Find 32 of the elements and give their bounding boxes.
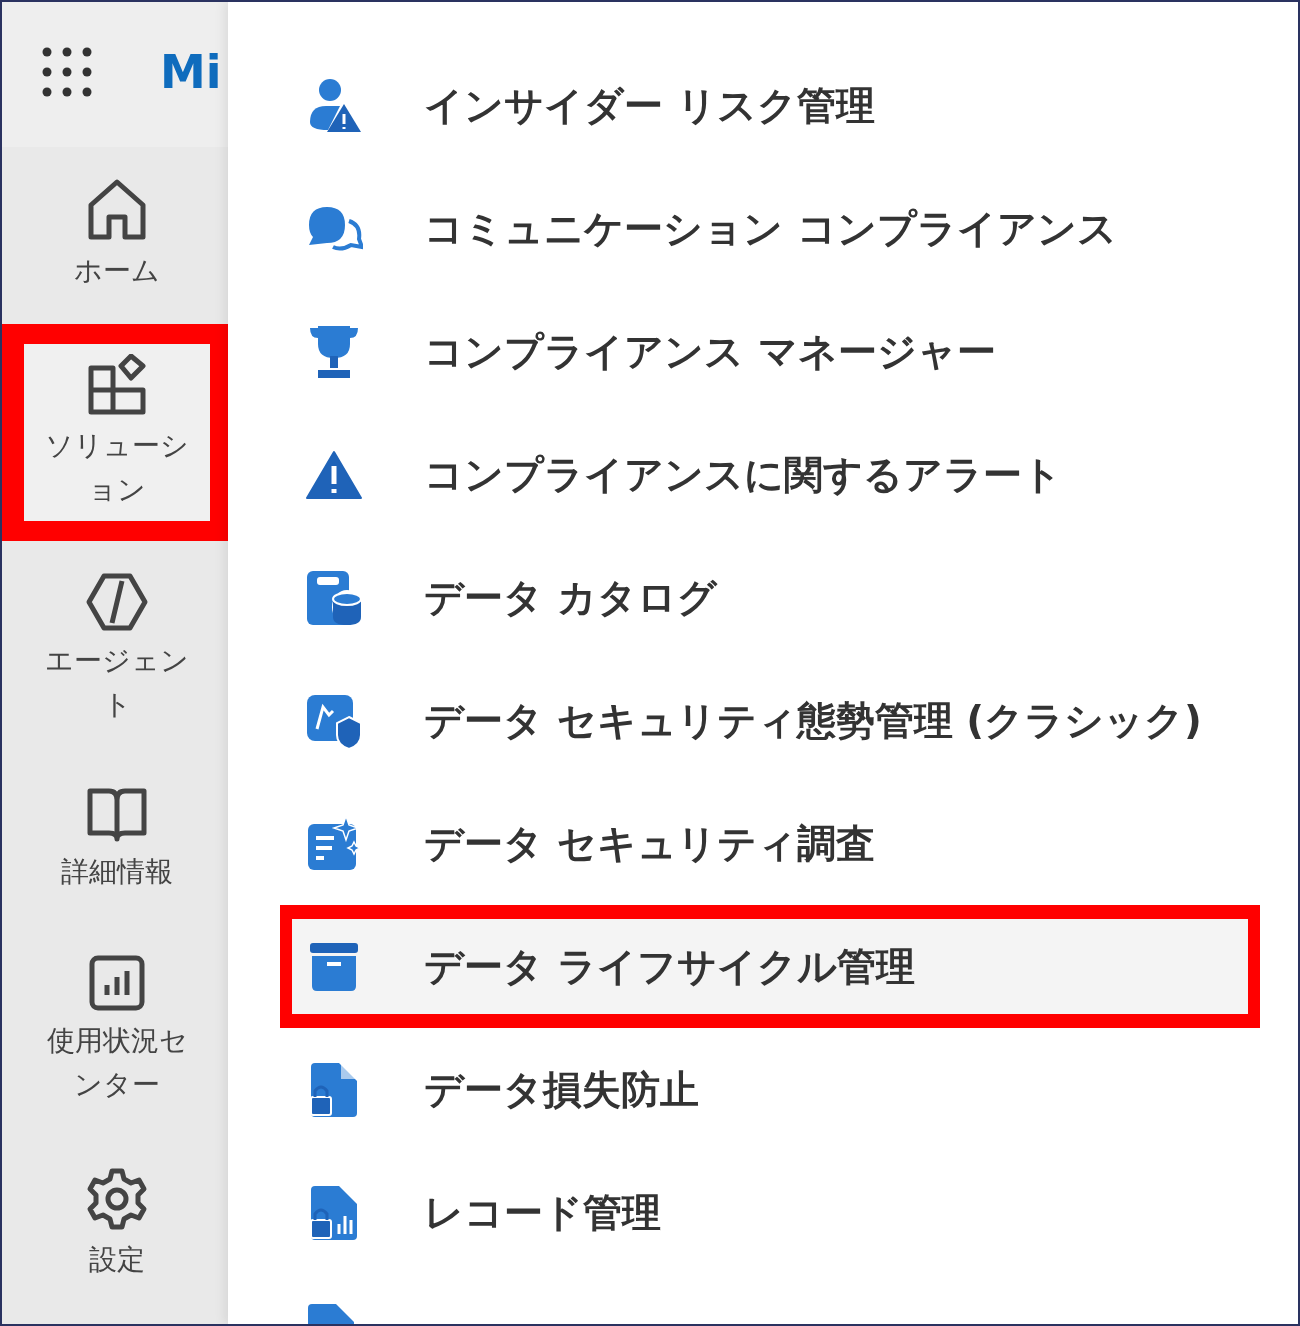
menu-item[interactable]: データ ライフサイクル管理 — [280, 905, 1260, 1028]
archive-box-icon — [309, 941, 359, 992]
trophy-icon — [308, 323, 360, 380]
book-icon — [87, 787, 147, 842]
rail-nav-item[interactable]: 使用状況センター — [2, 925, 230, 1137]
menu-item[interactable]: コミュニケーション コンプライアンス — [280, 167, 1260, 290]
book-database-icon — [305, 568, 363, 627]
rail-nav-item[interactable]: ホーム — [2, 147, 230, 323]
menu-item[interactable]: コンプライアンスに関するアラート — [280, 413, 1260, 536]
menu-item[interactable]: データ カタログ — [280, 536, 1260, 659]
menu-item[interactable]: データ損失防止 — [280, 1028, 1260, 1151]
menu-item[interactable]: コンプライアンス マネージャー — [280, 290, 1260, 413]
app-title: Mi — [160, 44, 222, 99]
document-sparkle-icon — [306, 815, 362, 872]
chart-shield-icon — [305, 692, 363, 749]
rail-nav-item[interactable]: エージェント — [2, 543, 230, 756]
rail-nav-item[interactable]: 詳細情報 — [2, 757, 230, 924]
home-icon — [87, 177, 147, 241]
bar-chart-icon — [89, 955, 145, 1012]
document-lock-chart-icon — [309, 1183, 359, 1242]
menu-item[interactable]: レコード管理 — [280, 1151, 1260, 1274]
code-icon — [86, 573, 148, 632]
menu-item[interactable]: データ セキュリティ態勢管理 (クラシック) — [280, 659, 1260, 782]
menu-item[interactable]: インサイダー リスク管理 — [280, 44, 1260, 167]
menu-item[interactable]: データ セキュリティ調査 — [280, 782, 1260, 905]
rail-nav-item[interactable]: 設定 — [2, 1138, 230, 1312]
warning-icon — [306, 449, 362, 500]
settings-icon — [86, 1168, 148, 1231]
apps-icon — [87, 354, 147, 417]
document-lock-icon — [309, 1060, 359, 1119]
rail-nav-item[interactable]: ソリューション — [2, 324, 230, 542]
app-launcher-icon[interactable] — [42, 46, 92, 97]
